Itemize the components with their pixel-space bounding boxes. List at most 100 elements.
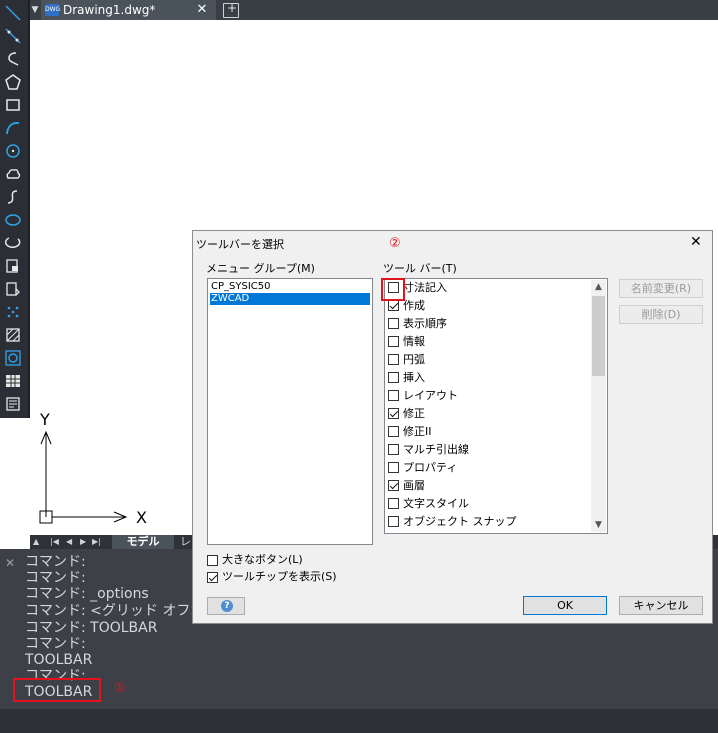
spline-icon[interactable] bbox=[4, 188, 22, 206]
toolbar-checkbox[interactable] bbox=[388, 408, 399, 419]
scroll-left-icon[interactable]: ◀ bbox=[66, 535, 72, 549]
toolbar-item[interactable]: 作成 bbox=[387, 298, 587, 314]
command-input[interactable] bbox=[0, 709, 718, 733]
revision-cloud-icon[interactable] bbox=[4, 165, 22, 183]
scroll-up-icon[interactable]: ▲ bbox=[591, 280, 606, 294]
delete-button[interactable]: 削除(D) bbox=[619, 305, 703, 324]
tab-model[interactable]: モデル bbox=[112, 535, 174, 549]
close-icon[interactable]: ✕ bbox=[690, 234, 702, 250]
polyline-icon[interactable] bbox=[4, 50, 22, 68]
scroll-right-icon[interactable]: ▶ bbox=[80, 535, 86, 549]
close-tab-icon[interactable]: ✕ bbox=[194, 0, 210, 20]
rectangle-icon[interactable] bbox=[4, 96, 22, 114]
region-icon[interactable] bbox=[4, 349, 22, 367]
toolbar-item[interactable]: プロパティ bbox=[387, 460, 587, 476]
large-buttons-checkbox[interactable] bbox=[207, 555, 218, 566]
ok-button[interactable]: OK bbox=[523, 596, 607, 615]
arc-icon[interactable] bbox=[4, 119, 22, 137]
toolbar-item-label: 挿入 bbox=[403, 371, 425, 384]
first-layout-icon[interactable]: ▲ bbox=[33, 535, 39, 549]
annotation-highlight-1 bbox=[13, 678, 101, 702]
toolbar-checkbox[interactable] bbox=[388, 372, 399, 383]
command-history-line: コマンド: _options bbox=[25, 586, 149, 602]
toolbar-item-label: 画層 bbox=[403, 479, 425, 492]
toolbar-item[interactable]: オブジェクト スナップ bbox=[387, 514, 587, 530]
tab-layout[interactable]: レ bbox=[180, 535, 191, 549]
toolbar-checkbox[interactable] bbox=[388, 516, 399, 527]
toolbar-item[interactable]: 文字スタイル bbox=[387, 496, 587, 512]
toolbar-item[interactable]: レイアウト bbox=[387, 388, 587, 404]
help-button[interactable]: ? bbox=[207, 597, 245, 615]
toolbar-checkbox[interactable] bbox=[388, 462, 399, 473]
show-tooltips-checkbox[interactable] bbox=[207, 572, 218, 583]
show-tooltips-label: ツールチップを表示(S) bbox=[222, 570, 337, 583]
annotation-marker-1: ① bbox=[114, 681, 126, 696]
tab-label: Drawing1.dwg* bbox=[63, 3, 156, 17]
toolbar-list[interactable]: 寸法記入 作成 表示順序 情報 円弧 挿入 レイアウト 修正 修正II マルチ引… bbox=[384, 278, 608, 534]
toolbar-item-label: 修正II bbox=[403, 425, 432, 438]
toolbar-item-label: オブジェクト スナップ bbox=[403, 515, 517, 528]
construction-line-icon[interactable] bbox=[4, 27, 22, 45]
large-buttons-label: 大きなボタン(L) bbox=[222, 553, 303, 566]
multiline-text-icon[interactable] bbox=[4, 395, 22, 413]
toolbar-item[interactable]: 情報 bbox=[387, 334, 587, 350]
document-tab-bar: ▼ DWG Drawing1.dwg* ✕ bbox=[0, 0, 718, 20]
toolbar-item[interactable]: 修正 bbox=[387, 406, 587, 422]
line-icon[interactable] bbox=[4, 4, 22, 22]
draw-toolbar bbox=[0, 0, 30, 418]
toolbar-checkbox[interactable] bbox=[388, 498, 399, 509]
menu-group-list[interactable]: CP_SYSIC50 ZWCAD bbox=[207, 278, 373, 545]
point-icon[interactable] bbox=[4, 303, 22, 321]
toolbar-checkbox[interactable] bbox=[388, 300, 399, 311]
last-layout-icon[interactable]: ▶| bbox=[92, 535, 101, 549]
toolbar-item-label: 情報 bbox=[403, 335, 425, 348]
toolbar-checkbox[interactable] bbox=[388, 426, 399, 437]
toolbar-item[interactable]: 表示順序 bbox=[387, 316, 587, 332]
command-history-line: コマンド: TOOLBAR bbox=[25, 620, 158, 636]
circle-icon[interactable] bbox=[4, 142, 22, 160]
menu-group-label: メニュー グループ(M) bbox=[206, 262, 315, 275]
toolbar-checkbox[interactable] bbox=[388, 390, 399, 401]
make-block-icon[interactable] bbox=[4, 280, 22, 298]
toolbar-item-label: 表示順序 bbox=[403, 317, 447, 330]
tab-list-dropdown[interactable]: ▼ bbox=[30, 0, 40, 20]
ellipse-icon[interactable] bbox=[4, 211, 22, 229]
close-icon[interactable]: ✕ bbox=[5, 556, 15, 570]
tab-drawing1[interactable]: DWG Drawing1.dwg* ✕ bbox=[41, 0, 216, 20]
dwg-file-icon: DWG bbox=[45, 4, 60, 16]
hatch-icon[interactable] bbox=[4, 326, 22, 344]
scrollbar-thumb[interactable] bbox=[592, 296, 605, 376]
list-item[interactable]: ZWCAD bbox=[210, 293, 370, 305]
list-item[interactable]: CP_SYSIC50 bbox=[210, 281, 370, 293]
toolbar-item-label: レイアウト bbox=[403, 389, 458, 402]
help-icon: ? bbox=[221, 600, 233, 612]
insert-block-icon[interactable] bbox=[4, 257, 22, 275]
cancel-button[interactable]: キャンセル bbox=[619, 596, 703, 615]
toolbar-item[interactable]: 画層 bbox=[387, 478, 587, 494]
toolbar-item[interactable]: 寸法記入 bbox=[387, 280, 587, 296]
toolbar-list-label: ツール バー(T) bbox=[383, 262, 457, 275]
toolbar-item-label: 作成 bbox=[403, 299, 425, 312]
toolbar-checkbox[interactable] bbox=[388, 444, 399, 455]
command-history-line: コマンド: bbox=[25, 554, 86, 570]
toolbar-checkbox[interactable] bbox=[388, 336, 399, 347]
table-icon[interactable] bbox=[4, 372, 22, 390]
toolbar-item[interactable]: 挿入 bbox=[387, 370, 587, 386]
scroll-down-icon[interactable]: ▼ bbox=[591, 518, 606, 532]
polygon-icon[interactable] bbox=[4, 73, 22, 91]
new-tab-icon[interactable] bbox=[223, 1, 239, 18]
prev-layout-icon[interactable]: |◀ bbox=[50, 535, 59, 549]
toolbar-checkbox[interactable] bbox=[388, 354, 399, 365]
toolbar-item[interactable]: マルチ引出線 bbox=[387, 442, 587, 458]
toolbar-checkbox[interactable] bbox=[388, 480, 399, 491]
toolbar-item-label: プロパティ bbox=[403, 461, 458, 474]
toolbar-checkbox[interactable] bbox=[388, 318, 399, 329]
rename-button[interactable]: 名前変更(R) bbox=[619, 279, 703, 298]
select-toolbar-dialog: ツールバーを選択 ② ✕ メニュー グループ(M) ツール バー(T) CP_S… bbox=[192, 230, 713, 624]
toolbar-item-label: マルチ引出線 bbox=[403, 443, 469, 456]
toolbar-item[interactable]: 円弧 bbox=[387, 352, 587, 368]
toolbar-list-scrollbar[interactable]: ▲ ▼ bbox=[591, 280, 606, 532]
ellipse-arc-icon[interactable] bbox=[4, 234, 22, 252]
toolbar-item[interactable]: 修正II bbox=[387, 424, 587, 440]
dialog-title: ツールバーを選択 bbox=[196, 238, 284, 251]
